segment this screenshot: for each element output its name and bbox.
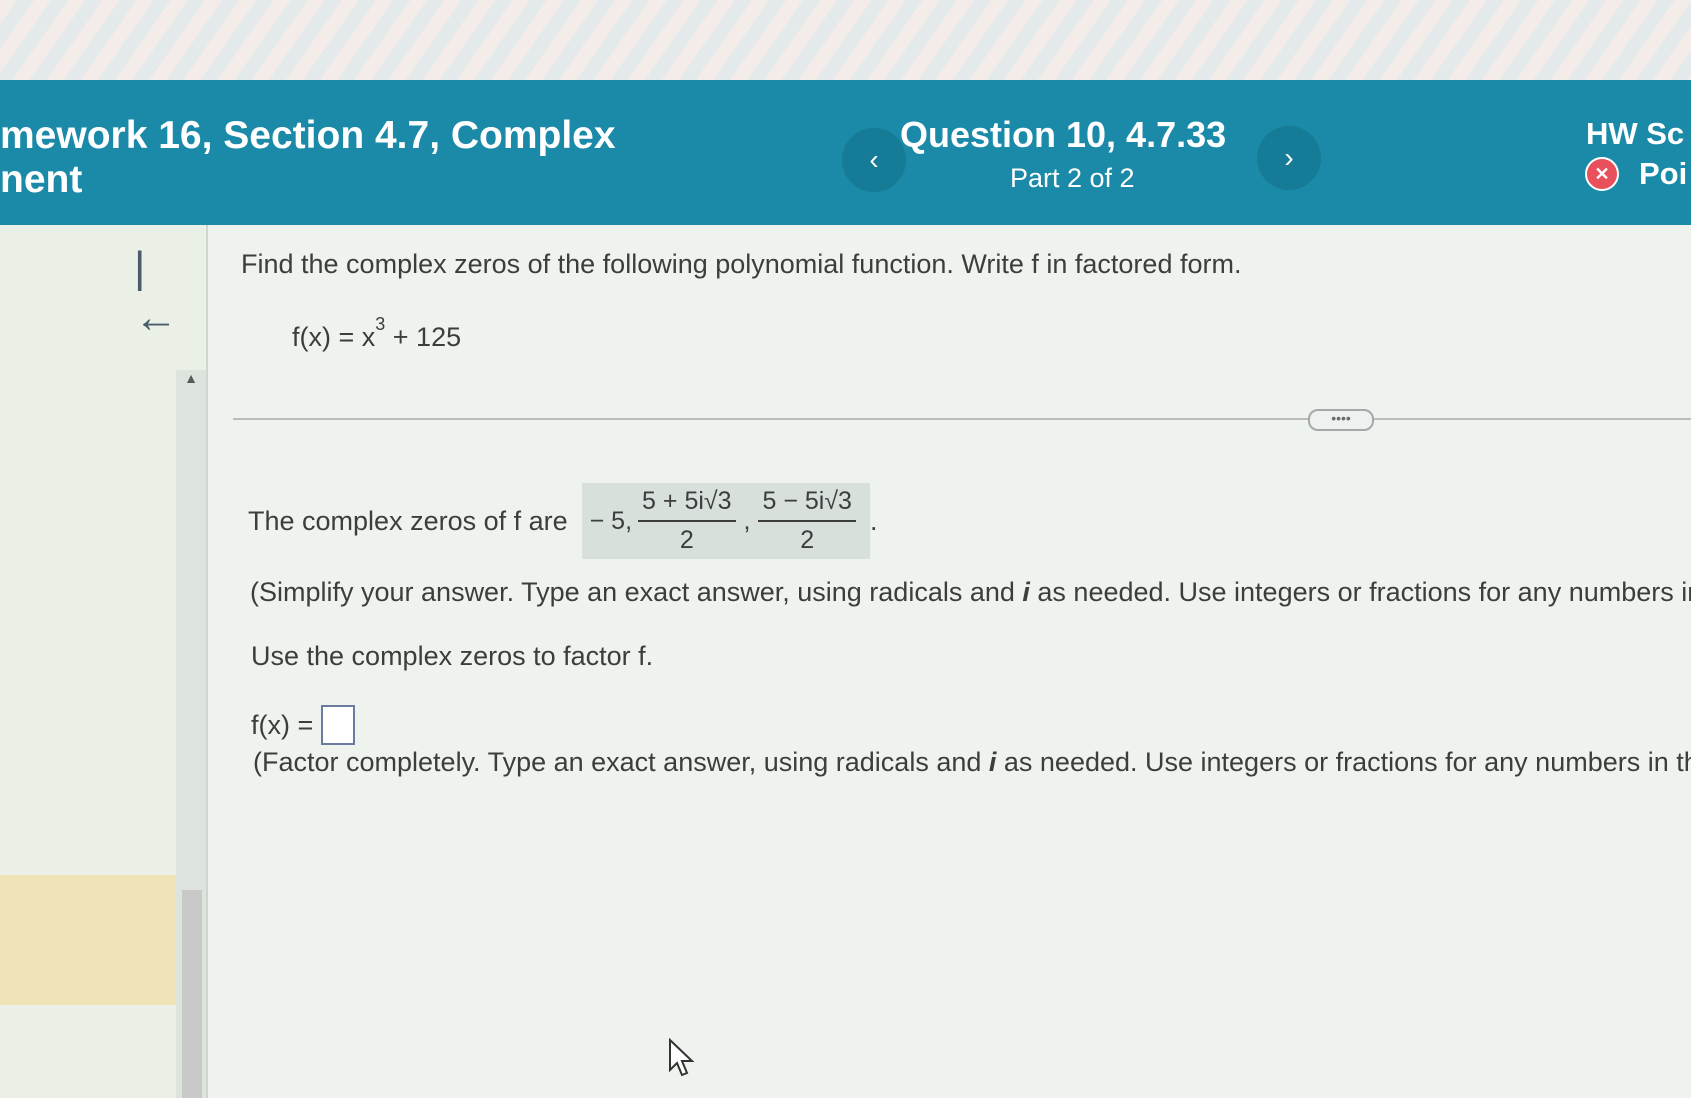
header-bar: mework 16, Section 4.7, Complex nent ‹ Q…: [0, 80, 1691, 225]
assignment-title: mework 16, Section 4.7, Complex nent: [0, 114, 616, 201]
zero-2-numerator: 5 + 5i√3: [638, 487, 736, 522]
scroll-thumb[interactable]: [182, 890, 202, 1098]
panel-highlight: [0, 875, 190, 1005]
chevron-right-icon: ›: [1284, 142, 1294, 173]
factored-form-input[interactable]: [321, 705, 356, 745]
function-rhs: + 125: [385, 322, 462, 352]
simplify-note-i: i: [1022, 577, 1030, 607]
zero-3-numerator: 5 − 5i√3: [758, 487, 856, 522]
points-row: ✕ Poi: [1585, 156, 1687, 192]
factor-note-text-b: as needed. Use integers or fractions for…: [996, 747, 1691, 777]
question-instruction: Find the complex zeros of the following …: [241, 249, 1242, 279]
background-strip: [0, 0, 1691, 80]
scrollbar[interactable]: ▲: [176, 370, 206, 1098]
function-lhs: f(x) = x: [292, 322, 376, 352]
fx-label: f(x) =: [251, 709, 314, 740]
zero-3-fraction: 5 − 5i√3 2: [758, 487, 856, 555]
left-panel: [0, 225, 205, 1098]
simplify-note: (Simplify your answer. Type an exact ans…: [250, 577, 1691, 608]
factored-form-row: f(x) =: [251, 705, 356, 745]
points-label: Poi: [1639, 156, 1688, 191]
collapse-panel-icon[interactable]: |←: [134, 243, 184, 342]
mouse-pointer-icon: [669, 1038, 695, 1077]
next-question-button[interactable]: ›: [1257, 126, 1321, 190]
zeros-label: The complex zeros of f are: [248, 505, 568, 536]
factor-prompt: Use the complex zeros to factor f.: [251, 641, 654, 671]
function-definition: f(x) = x3 + 125: [292, 314, 462, 353]
zeros-period: .: [869, 505, 878, 536]
chevron-left-icon: ‹: [869, 144, 879, 175]
incorrect-icon: ✕: [1585, 157, 1619, 191]
previous-question-button[interactable]: ‹: [842, 128, 906, 192]
section-divider: [233, 418, 1691, 420]
simplify-note-text-b: as needed. Use integers or fractions for…: [1029, 577, 1691, 607]
factor-note: (Factor completely. Type an exact answer…: [253, 747, 1691, 778]
hw-score-label: HW Sc: [1586, 116, 1685, 151]
question-content: Find the complex zeros of the following …: [208, 225, 1691, 1098]
zero-3-denominator: 2: [800, 526, 815, 554]
zeros-comma: ,: [743, 506, 751, 535]
factor-note-text-a: (Factor completely. Type an exact answer…: [253, 747, 989, 777]
zero-2-denominator: 2: [679, 526, 694, 554]
zero-2-fraction: 5 + 5i√3 2: [638, 487, 736, 555]
zeros-answer-line: The complex zeros of f are − 5, 5 + 5i√3…: [248, 483, 877, 559]
function-exponent: 3: [375, 314, 386, 334]
scroll-up-icon[interactable]: ▲: [176, 370, 206, 392]
simplify-note-text-a: (Simplify your answer. Type an exact ans…: [250, 577, 1023, 607]
more-options-button[interactable]: ••••: [1308, 409, 1374, 431]
question-part: Part 2 of 2: [1010, 163, 1135, 193]
zero-1: − 5,: [589, 506, 633, 535]
zeros-answer-box[interactable]: − 5, 5 + 5i√3 2 , 5 − 5i√3 2: [581, 483, 870, 559]
